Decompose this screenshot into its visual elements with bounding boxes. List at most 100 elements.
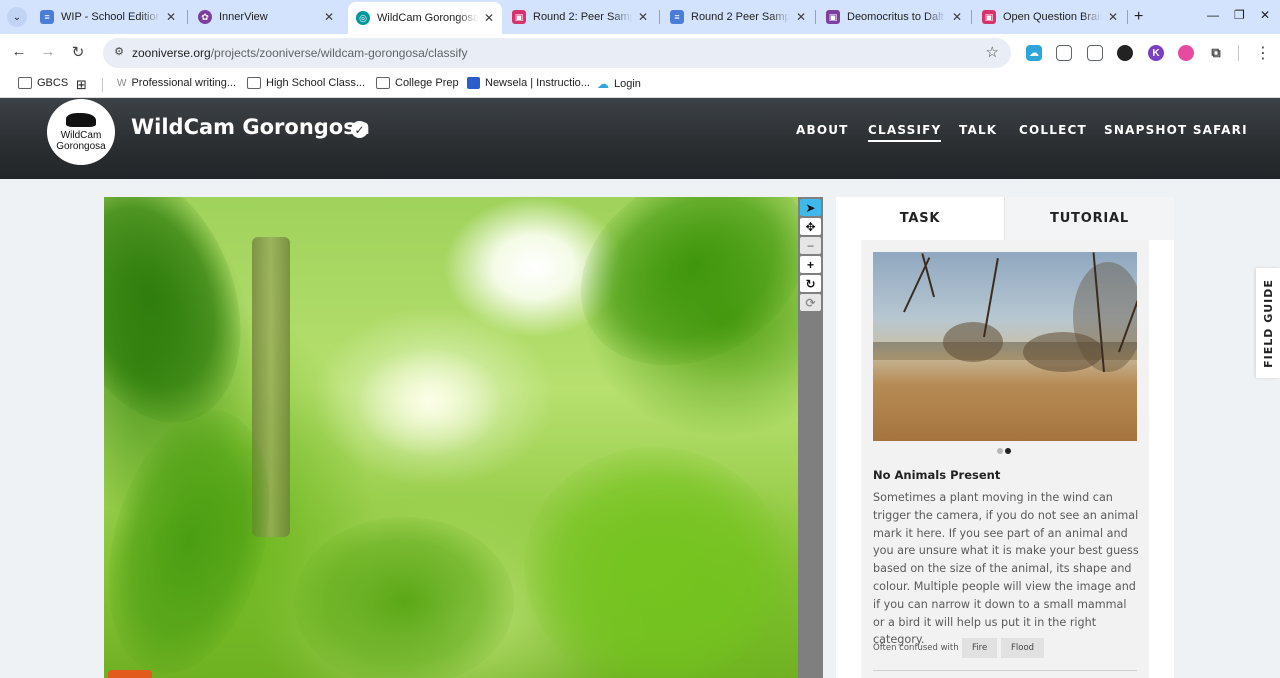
close-tab-icon[interactable]: ✕ <box>796 10 806 24</box>
browser-tab[interactable]: ▣ Open Question Brain ✕ <box>974 4 1126 30</box>
folder-icon <box>247 77 261 89</box>
close-tab-icon[interactable]: ✕ <box>484 11 494 25</box>
browser-tab[interactable]: ✿ InnerView ✕ <box>190 4 342 30</box>
bookmark-folder[interactable]: GBCS <box>18 77 68 89</box>
nav-classify[interactable]: CLASSIFY <box>868 123 942 142</box>
tab-separator <box>1127 10 1128 24</box>
w-icon: W <box>117 77 127 89</box>
close-tab-icon[interactable]: ✕ <box>166 10 176 24</box>
tab-title: WildCam Gorongosa <box>377 12 478 24</box>
extensions-puzzle-icon[interactable]: ⧉ <box>1208 45 1224 61</box>
restore-icon[interactable]: ❐ <box>1234 8 1245 22</box>
extension-pink-icon[interactable] <box>1178 45 1194 61</box>
tab-search-chevron-icon[interactable]: ⌄ <box>7 7 27 27</box>
address-bar[interactable]: ⚙ zooniverse.org/projects/zooniverse/wil… <box>103 38 1011 68</box>
tab-title: Round 2 Peer Sampl <box>691 11 790 23</box>
browser-menu-icon[interactable]: ⋮ <box>1255 43 1271 63</box>
new-tab-button[interactable]: + <box>1134 8 1143 26</box>
carousel-dots <box>997 448 1011 454</box>
forward-icon[interactable]: → <box>38 43 58 60</box>
browser-tab[interactable]: ▣ Round 2: Peer Sampl ✕ <box>504 4 656 30</box>
extension-k-icon[interactable]: K <box>1148 45 1164 61</box>
bookmark-item[interactable]: W Professional writing... <box>117 77 236 89</box>
foreground-leaf <box>294 517 514 678</box>
browser-tab-strip: ⌄ ≡ WIP - School Edition ✕ ✿ InnerView ✕… <box>0 0 1280 34</box>
bookmark-item[interactable]: ☁ Login <box>597 77 641 91</box>
wildcam-logo[interactable]: WildCam Gorongosa <box>47 99 115 165</box>
docs-icon: ≡ <box>40 10 54 24</box>
tab-title: InnerView <box>219 11 268 23</box>
nav-collect[interactable]: COLLECT <box>1019 123 1087 137</box>
bookmark-folder[interactable]: High School Class... <box>247 77 365 89</box>
confused-chip-fire[interactable]: Fire <box>962 638 998 658</box>
confused-with-label: Often confused with <box>873 643 959 653</box>
zoom-out-icon[interactable]: − <box>800 237 821 254</box>
tab-title: Open Question Brain <box>1003 11 1102 23</box>
close-window-icon[interactable]: ✕ <box>1260 8 1270 22</box>
foreground-leaf <box>104 197 274 449</box>
close-tab-icon[interactable]: ✕ <box>952 10 962 24</box>
close-tab-icon[interactable]: ✕ <box>324 10 334 24</box>
pointer-tool-icon[interactable]: ➤ <box>800 199 821 216</box>
carousel-dot[interactable] <box>997 448 1003 454</box>
extension-mascot-icon[interactable] <box>1117 45 1133 61</box>
scrub-bush <box>1073 262 1137 372</box>
bookmark-folder[interactable]: College Prep <box>376 77 459 89</box>
minimize-icon[interactable]: — <box>1207 8 1219 22</box>
tab-separator <box>659 10 660 24</box>
tab-task[interactable]: TASK <box>836 197 1004 240</box>
choice-description: Sometimes a plant moving in the wind can… <box>873 491 1139 647</box>
carousel-dot-active[interactable] <box>1005 448 1011 454</box>
url-path: /projects/zooniverse/wildcam-gorongosa/c… <box>210 46 468 60</box>
browser-tab[interactable]: ▣ Deomocritus to Dalt ✕ <box>818 4 970 30</box>
site-info-icon[interactable]: ⚙ <box>111 45 127 61</box>
move-tool-icon[interactable]: ✥ <box>800 218 821 235</box>
url-host: zooniverse.org <box>132 46 211 60</box>
foreground-leaf <box>524 447 784 678</box>
folder-icon <box>376 77 390 89</box>
nav-about[interactable]: ABOUT <box>796 123 849 137</box>
zoom-in-icon[interactable]: + <box>800 256 821 273</box>
apps-grid-icon[interactable]: ⊞ <box>76 77 87 93</box>
nav-talk[interactable]: TALK <box>959 123 997 137</box>
form-icon: ▣ <box>982 10 996 24</box>
reset-image-icon[interactable]: ⟳ <box>800 294 821 311</box>
bookmark-star-icon[interactable]: ☆ <box>986 43 999 61</box>
subject-image[interactable] <box>104 197 798 678</box>
back-icon[interactable]: ← <box>9 43 29 60</box>
browser-tab-active[interactable]: ◎ WildCam Gorongosa ✕ <box>348 2 502 34</box>
extension-shield-icon[interactable] <box>1087 45 1103 61</box>
browser-tab[interactable]: ≡ Round 2 Peer Sampl ✕ <box>662 4 814 30</box>
logo-text-line1: WildCam <box>60 129 102 141</box>
tab-tutorial[interactable]: TUTORIAL <box>1004 197 1174 240</box>
extension-cloud-icon[interactable]: ☁ <box>1026 45 1042 61</box>
project-title[interactable]: WildCam Gorongosa <box>131 115 370 139</box>
foreground-leaf <box>545 197 798 405</box>
browser-toolbar: ← → ↻ ⚙ zooniverse.org/projects/zooniver… <box>0 34 1280 72</box>
newsela-icon <box>467 77 480 89</box>
toolbar-divider <box>1238 45 1239 61</box>
bookmark-label: High School Class... <box>266 77 366 89</box>
url-text[interactable]: zooniverse.org/projects/zooniverse/wildc… <box>132 46 468 60</box>
verified-badge-icon: ✓ <box>351 121 368 138</box>
bookmark-label: Professional writing... <box>131 77 236 89</box>
tab-separator <box>187 10 188 24</box>
confused-chip-flood[interactable]: Flood <box>1001 638 1045 658</box>
subject-badge[interactable] <box>108 670 152 678</box>
close-tab-icon[interactable]: ✕ <box>1108 10 1118 24</box>
close-tab-icon[interactable]: ✕ <box>638 10 648 24</box>
choice-title: No Animals Present <box>873 468 1001 482</box>
sunlight-flare <box>354 347 504 457</box>
reload-icon[interactable]: ↻ <box>68 43 88 61</box>
card-divider <box>873 670 1137 671</box>
field-guide-tab[interactable]: FIELD GUIDE <box>1256 268 1280 378</box>
extension-shield-icon[interactable] <box>1056 45 1072 61</box>
bookmark-label: Login <box>614 78 641 90</box>
zooniverse-icon: ◎ <box>356 11 370 25</box>
rotate-icon[interactable]: ↻ <box>800 275 821 292</box>
cloud-icon: ☁ <box>597 77 609 91</box>
bookmark-item[interactable]: Newsela | Instructio... <box>467 77 590 89</box>
browser-tab[interactable]: ≡ WIP - School Edition ✕ <box>32 4 184 30</box>
nav-snapshot-safari[interactable]: SNAPSHOT SAFARI <box>1104 123 1248 137</box>
tab-title: WIP - School Edition <box>61 11 160 23</box>
